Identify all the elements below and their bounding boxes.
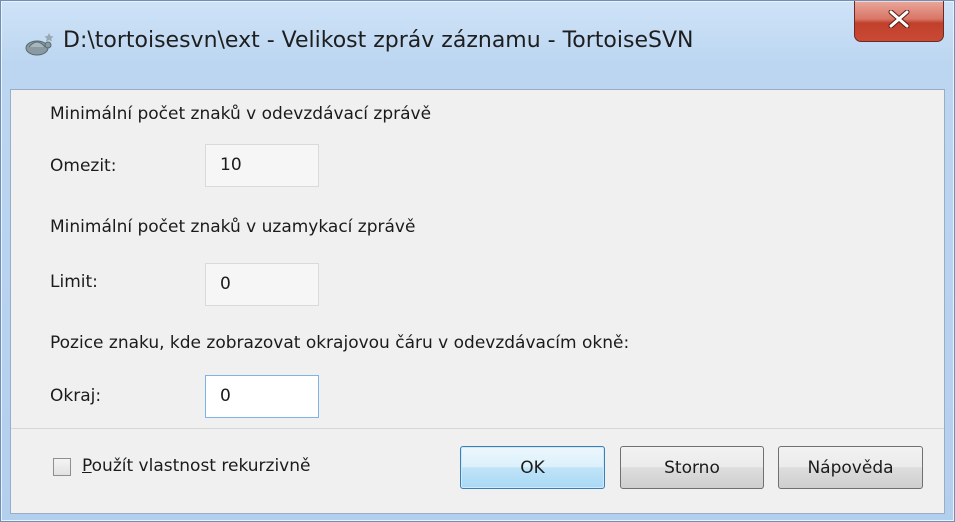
border-position-heading: Pozice znaku, kde zobrazovat okrajovou č…	[50, 333, 630, 353]
tortoisesvn-icon	[25, 33, 54, 56]
dialog-window: D:\tortoisesvn\ext - Velikost zpráv zázn…	[0, 0, 955, 522]
recursive-accelerator: P	[82, 456, 92, 476]
lock-min-heading: Minimální počet znaků v uzamykací zprávě	[50, 217, 416, 237]
commit-limit-input[interactable]: 10	[205, 144, 319, 187]
dialog-content: Minimální počet znaků v odevzdávací zprá…	[10, 89, 945, 514]
lock-limit-input[interactable]: 0	[205, 263, 319, 306]
commit-limit-label: Omezit:	[50, 156, 117, 176]
commit-min-heading: Minimální počet znaků v odevzdávací zprá…	[50, 104, 432, 124]
cancel-button[interactable]: Storno	[620, 446, 764, 489]
close-button[interactable]	[854, 1, 944, 42]
close-icon	[888, 10, 910, 28]
border-label: Okraj:	[50, 386, 102, 406]
help-button[interactable]: Nápověda	[778, 446, 923, 489]
recursive-checkbox-label[interactable]: Použít vlastnost rekurzivně	[82, 456, 310, 476]
ok-button[interactable]: OK	[460, 446, 605, 489]
recursive-checkbox[interactable]	[53, 458, 71, 476]
footer-divider	[11, 428, 944, 429]
window-title: D:\tortoisesvn\ext - Velikost zpráv zázn…	[63, 28, 694, 53]
border-input[interactable]: 0	[205, 375, 319, 418]
title-bar[interactable]: D:\tortoisesvn\ext - Velikost zpráv zázn…	[1, 1, 954, 89]
lock-limit-label: Limit:	[50, 272, 98, 292]
recursive-label-text: oužít vlastnost rekurzivně	[91, 456, 311, 476]
